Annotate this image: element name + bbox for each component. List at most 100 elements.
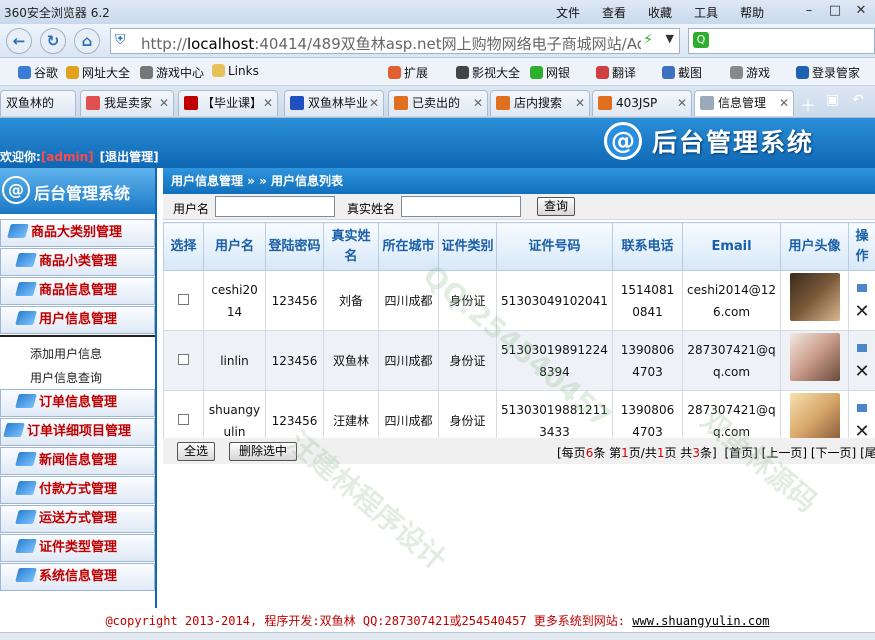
menu-favorites[interactable]: 收藏 <box>648 4 672 21</box>
close-tab-icon[interactable]: ✕ <box>159 91 169 115</box>
bolt-icon[interactable]: ⚡ <box>643 32 653 48</box>
minimize-icon[interactable]: – <box>796 2 822 20</box>
bookmark-games-center[interactable]: 游戏中心 <box>140 64 204 81</box>
home-icon[interactable]: ⌂ <box>74 28 100 54</box>
address-bar[interactable]: ⛨ http://localhost:40414/489双鱼林asp.net网上… <box>110 28 680 54</box>
maximize-icon[interactable]: □ <box>822 2 848 20</box>
last-page-link[interactable]: [尾页] <box>860 446 875 460</box>
col-cardtype: 证件类别 <box>438 222 497 271</box>
bookmark-bank[interactable]: 网银 <box>530 64 570 81</box>
bookmark-translate[interactable]: 翻译 <box>596 64 636 81</box>
bank-icon <box>530 66 543 79</box>
back-icon[interactable]: ← <box>6 28 32 54</box>
page-icon <box>184 96 198 110</box>
close-tab-icon[interactable]: ✕ <box>263 91 273 115</box>
pager: [每页6条 第1页/共1页 共3条] [首页] [上一页] [下一页] [尾页] <box>557 444 875 461</box>
bookmark-directory[interactable]: 网址大全 <box>66 64 130 81</box>
close-tab-icon[interactable]: ✕ <box>575 91 585 115</box>
tab-5[interactable]: 已卖出的 ✕ <box>388 90 488 116</box>
new-tab-icon[interactable]: ＋ <box>800 92 816 116</box>
user-table: 选择 用户名 登陆密码 真实姓名 所在城市 证件类别 证件号码 联系电话 Ema… <box>163 222 875 451</box>
sidebar-item-orders[interactable]: 订单信息管理 <box>0 389 155 417</box>
sidebar-sub-add-user[interactable]: 添加用户信息 <box>30 345 102 362</box>
sidebar-item-order-details[interactable]: 订单详细项目管理 <box>0 418 155 446</box>
tab-3[interactable]: 【毕业课】 ✕ <box>178 90 278 116</box>
tab-2[interactable]: 我是卖家 ✕ <box>80 90 174 116</box>
table-footer: 全选 删除选中 [每页6条 第1页/共1页 共3条] [首页] [上一页] [下… <box>163 438 875 464</box>
search-box[interactable]: Q <box>688 28 875 54</box>
cell-cardno: 51303049102041 <box>496 270 613 331</box>
bookmark-screenshot[interactable]: 截图 <box>662 64 702 81</box>
menu-tools[interactable]: 工具 <box>694 4 718 21</box>
sidebar-item-payment[interactable]: 付款方式管理 <box>0 476 155 504</box>
sidebar-item-news[interactable]: 新闻信息管理 <box>0 447 155 475</box>
undo-icon[interactable]: ↶ <box>852 92 864 108</box>
query-button[interactable]: 查询 <box>537 197 575 216</box>
next-page-link[interactable]: [下一页] <box>811 446 856 460</box>
tab-list-icon[interactable]: ▣ <box>826 92 839 108</box>
chevron-down-icon[interactable]: ▼ <box>666 32 674 45</box>
address-url[interactable]: http://localhost:40414/489双鱼林asp.net网上购物… <box>141 33 641 54</box>
row-checkbox[interactable] <box>178 293 189 305</box>
delete-icon[interactable]: ✕ <box>853 302 871 321</box>
tab-4[interactable]: 双鱼林毕业 ✕ <box>284 90 384 116</box>
google-icon <box>18 66 31 79</box>
cell-username: linlin <box>203 330 266 391</box>
row-checkbox[interactable] <box>178 413 189 425</box>
bookmark-games[interactable]: 游戏 <box>730 64 770 81</box>
bookmark-links[interactable]: Links <box>212 64 259 78</box>
at-logo-icon: @ <box>604 122 642 160</box>
close-tab-icon[interactable]: ✕ <box>369 91 379 115</box>
search-engine-icon[interactable]: Q <box>693 32 709 48</box>
window-title: 360安全浏览器 6.2 <box>4 6 110 20</box>
site-link[interactable]: www.shuangyulin.com <box>632 614 769 628</box>
sidebar-item-id-types[interactable]: 证件类型管理 <box>0 534 155 562</box>
close-tab-icon[interactable]: ✕ <box>677 91 687 115</box>
cell-cardno: 513030198912248394 <box>496 330 613 391</box>
cell-cardtype: 身份证 <box>438 330 497 391</box>
menu-view[interactable]: 查看 <box>602 4 626 21</box>
tab-6[interactable]: 店内搜索 ✕ <box>490 90 590 116</box>
bookmark-login-manager[interactable]: 登录管家 <box>796 64 860 81</box>
sidebar-item-users[interactable]: 用户信息管理 <box>0 306 155 334</box>
cell-cardtype: 身份证 <box>438 270 497 331</box>
tab-7[interactable]: 403JSP ✕ <box>592 90 692 116</box>
app-header: 欢迎你:[admin] [退出管理] @ 后台管理系统 <box>0 118 875 168</box>
sidebar-item-products[interactable]: 商品信息管理 <box>0 277 155 305</box>
close-icon[interactable]: ✕ <box>848 2 874 20</box>
realname-input[interactable] <box>401 196 521 217</box>
menu-arrow-icon <box>15 481 37 495</box>
select-all-button[interactable]: 全选 <box>177 442 215 461</box>
bookmark-google[interactable]: 谷歌 <box>18 64 58 81</box>
edit-icon[interactable] <box>857 283 867 292</box>
sidebar-item-subcategory[interactable]: 商品小类管理 <box>0 248 155 276</box>
first-page-link[interactable]: [首页] <box>724 446 757 460</box>
menu-file[interactable]: 文件 <box>556 4 580 21</box>
sidebar-item-system[interactable]: 系统信息管理 <box>0 563 155 591</box>
close-tab-icon[interactable]: ✕ <box>473 91 483 115</box>
menu-arrow-icon <box>15 539 37 553</box>
edit-icon[interactable] <box>857 343 867 352</box>
sidebar-item-shipping[interactable]: 运送方式管理 <box>0 505 155 533</box>
tab-active[interactable]: 信息管理 ✕ <box>694 90 794 116</box>
sidebar-sub-query-user[interactable]: 用户信息查询 <box>30 369 102 386</box>
bookmark-extensions[interactable]: 扩展 <box>388 64 428 81</box>
tab-1[interactable]: 双鱼林的 <box>0 90 76 116</box>
col-password: 登陆密码 <box>265 222 324 271</box>
col-actions: 操作 <box>848 222 875 271</box>
logout-link[interactable]: [退出管理] <box>100 150 159 164</box>
refresh-icon[interactable]: ↻ <box>40 28 66 54</box>
close-tab-icon[interactable]: ✕ <box>779 91 789 115</box>
row-checkbox[interactable] <box>178 353 189 365</box>
edit-icon[interactable] <box>857 403 867 412</box>
col-username: 用户名 <box>203 222 266 271</box>
bookmark-video[interactable]: 影视大全 <box>456 64 520 81</box>
delete-selected-button[interactable]: 删除选中 <box>229 442 297 461</box>
delete-icon[interactable]: ✕ <box>853 362 871 381</box>
menu-help[interactable]: 帮助 <box>740 4 764 21</box>
table-header-row: 选择 用户名 登陆密码 真实姓名 所在城市 证件类别 证件号码 联系电话 Ema… <box>163 222 875 271</box>
sidebar-divider <box>0 335 155 337</box>
sidebar-item-category[interactable]: 商品大类别管理 <box>0 219 155 247</box>
username-input[interactable] <box>215 196 335 217</box>
prev-page-link[interactable]: [上一页] <box>762 446 807 460</box>
